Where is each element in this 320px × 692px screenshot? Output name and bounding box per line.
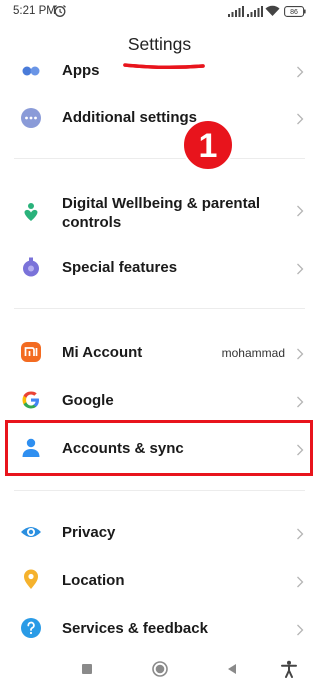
settings-item-special-features[interactable]: Special features bbox=[0, 244, 319, 292]
home-icon[interactable] bbox=[151, 660, 169, 678]
wellbeing-icon bbox=[24, 203, 38, 221]
chevron-right-icon bbox=[297, 624, 304, 636]
settings-item-label: Additional settings bbox=[62, 109, 197, 126]
chevron-right-icon bbox=[297, 113, 304, 125]
status-bar: 5:21 PM 86 bbox=[0, 0, 319, 26]
settings-item-digital-wellbeing[interactable]: Digital Wellbeing & parental controls bbox=[0, 186, 319, 238]
section-divider bbox=[14, 490, 305, 491]
settings-item-label: Privacy bbox=[62, 524, 116, 541]
more-dots-icon bbox=[21, 108, 41, 128]
accessibility-icon[interactable] bbox=[280, 660, 298, 678]
battery-icon: 86 bbox=[284, 6, 306, 17]
back-icon[interactable] bbox=[223, 660, 241, 678]
location-pin-icon bbox=[24, 569, 38, 589]
settings-item-label: Location bbox=[62, 572, 125, 589]
help-icon bbox=[21, 618, 41, 638]
chevron-right-icon bbox=[297, 205, 304, 217]
chevron-right-icon bbox=[297, 528, 304, 540]
settings-item-google[interactable]: Google bbox=[0, 376, 319, 424]
settings-item-privacy[interactable]: Privacy bbox=[0, 508, 319, 556]
mi-logo-icon bbox=[21, 342, 41, 362]
settings-item-label: Mi Account bbox=[62, 344, 143, 361]
step-number-badge: 1 bbox=[182, 119, 234, 171]
chevron-right-icon bbox=[297, 66, 304, 78]
settings-item-label: Digital Wellbeing & parental controls bbox=[62, 195, 261, 231]
settings-item-mi-account[interactable]: Mi Account mohammad bbox=[0, 328, 319, 376]
system-nav-bar bbox=[0, 652, 319, 692]
section-divider bbox=[14, 308, 305, 309]
apps-icon bbox=[22, 66, 40, 76]
settings-item-location[interactable]: Location bbox=[0, 556, 319, 604]
settings-item-label: Apps bbox=[62, 62, 100, 79]
wifi-icon bbox=[265, 5, 280, 16]
signal-icon bbox=[228, 6, 244, 17]
alarm-icon bbox=[54, 5, 66, 17]
settings-item-services-feedback[interactable]: Services & feedback bbox=[0, 604, 319, 652]
section-divider bbox=[14, 158, 305, 159]
chevron-right-icon bbox=[297, 263, 304, 275]
chevron-right-icon bbox=[297, 576, 304, 588]
recents-icon[interactable] bbox=[78, 660, 96, 678]
account-name-value: mohammad bbox=[221, 346, 285, 360]
settings-item-label: Services & feedback bbox=[62, 620, 208, 637]
step-number: 1 bbox=[199, 127, 218, 165]
special-features-icon bbox=[23, 257, 39, 277]
annotation-highlight-box bbox=[5, 420, 313, 476]
page-title-overlay: Settings bbox=[127, 34, 192, 54]
chevron-right-icon bbox=[297, 396, 304, 408]
settings-item-label: Special features bbox=[62, 259, 178, 276]
status-time: 5:21 PM bbox=[13, 5, 56, 17]
battery-level: 86 bbox=[290, 9, 298, 16]
google-logo-icon bbox=[22, 391, 39, 409]
annotation-underline-overlay bbox=[123, 63, 205, 70]
settings-item-additional-settings[interactable]: Additional settings bbox=[0, 94, 319, 142]
eye-icon bbox=[21, 527, 41, 537]
chevron-right-icon bbox=[297, 348, 304, 360]
settings-item-label: Google bbox=[62, 392, 114, 409]
signal-icon bbox=[247, 6, 263, 17]
